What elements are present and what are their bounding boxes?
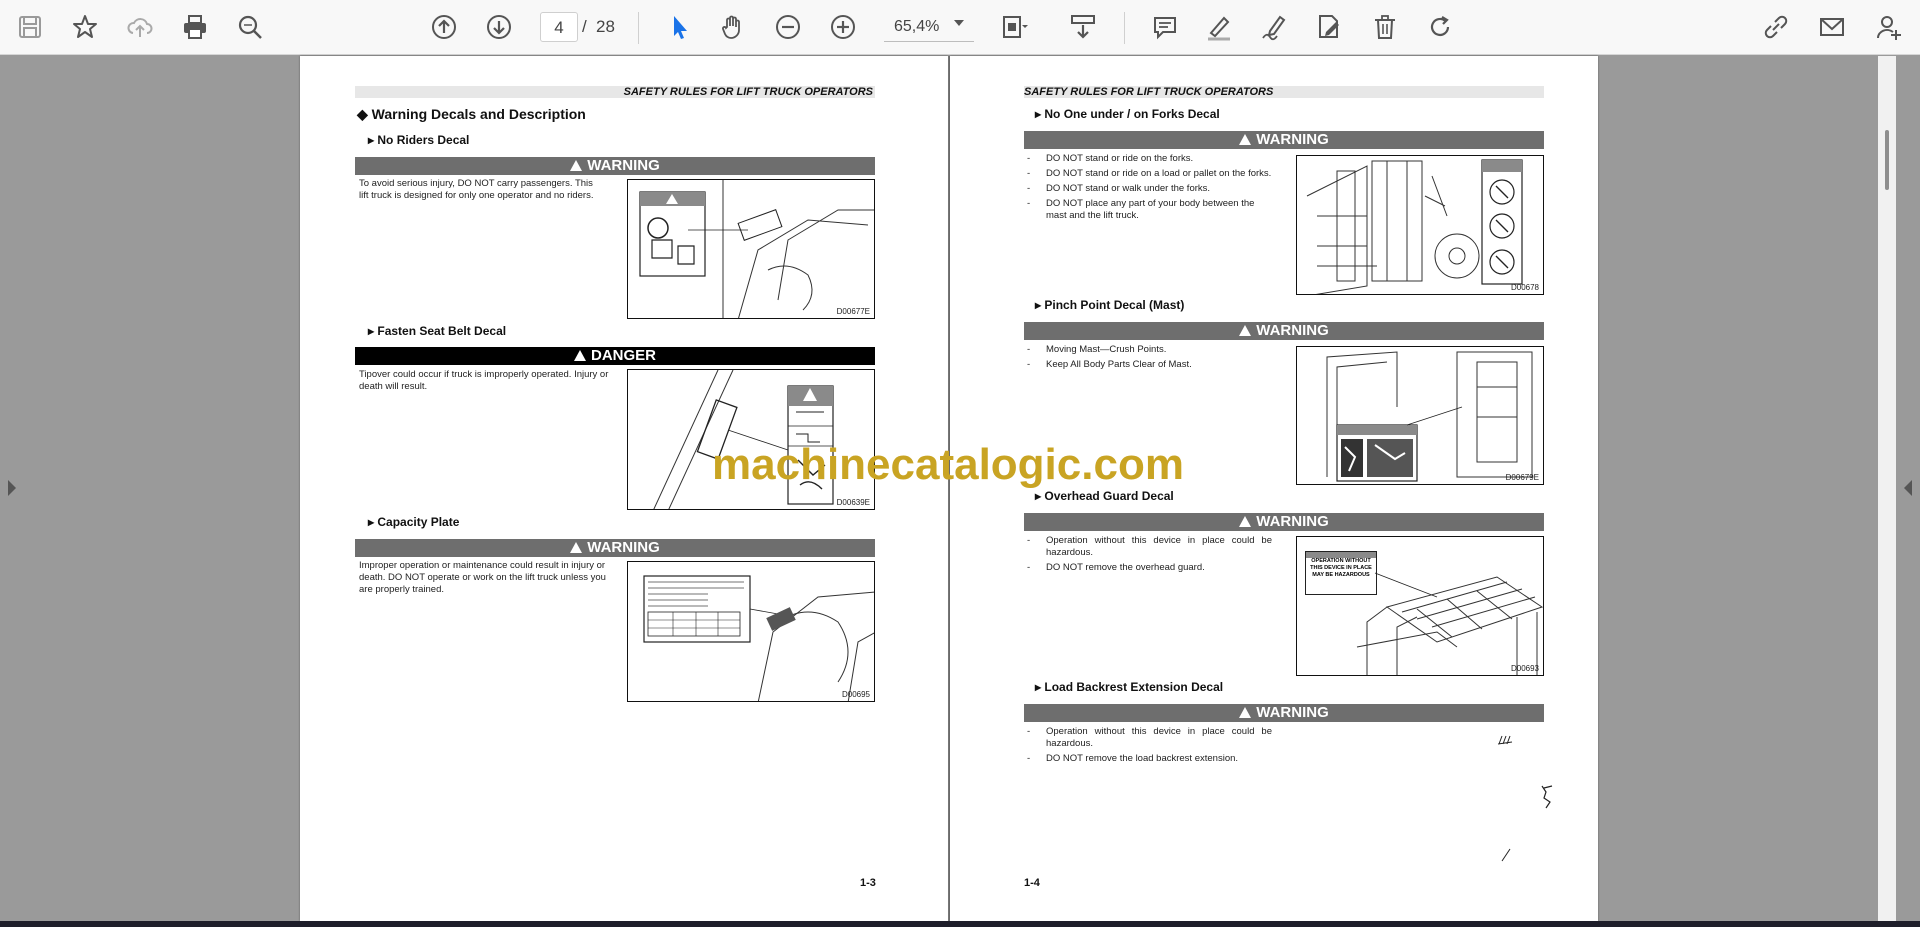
section-title: ◆ Warning Decals and Description <box>357 106 586 122</box>
decal-illustration: D00677E <box>627 179 875 319</box>
upload-cloud-icon[interactable] <box>121 8 159 46</box>
zoom-level-select[interactable]: 65,4% <box>884 12 974 42</box>
rotate-icon[interactable] <box>1421 8 1459 46</box>
decal-description: To avoid serious injury, DO NOT carry pa… <box>359 178 594 201</box>
page-fit-icon[interactable] <box>995 8 1033 46</box>
decal-title: ▸ Overhead Guard Decal <box>1035 489 1174 503</box>
hand-tool-icon[interactable] <box>714 8 752 46</box>
page-number: 1-3 <box>860 877 876 889</box>
bullet-list: - Moving Mast—Crush Points. - Keep All Bod… <box>1027 344 1272 374</box>
bullet-list: - Operation without this device in place … <box>1027 726 1272 768</box>
decal-title: ▸ Capacity Plate <box>368 515 460 529</box>
warning-bar: WARNING <box>355 539 875 557</box>
triangle-bullet-icon: ▸ <box>1035 107 1045 121</box>
triangle-bullet-icon: ▸ <box>368 324 378 338</box>
print-icon[interactable] <box>176 8 214 46</box>
list-item: - Operation without this device in place … <box>1027 726 1272 749</box>
toolbar: 4 / 28 65,4% <box>0 0 1920 55</box>
decal-description: Improper operation or maintenance could … <box>359 560 606 595</box>
danger-bar: DANGER <box>355 347 875 365</box>
taskbar-strip <box>0 921 1920 927</box>
save-icon[interactable] <box>11 8 49 46</box>
page-up-icon[interactable] <box>425 8 463 46</box>
warning-triangle-icon <box>573 350 586 361</box>
warning-bar: WARNING <box>355 157 875 175</box>
zoom-search-icon[interactable] <box>231 8 269 46</box>
list-item: - DO NOT stand or ride on a load or palle… <box>1027 168 1272 179</box>
highlight-pen-icon[interactable] <box>1200 8 1238 46</box>
decal-title: ▸ Fasten Seat Belt Decal <box>368 324 507 338</box>
select-cursor-icon[interactable] <box>660 8 698 46</box>
sign-icon[interactable] <box>1255 8 1293 46</box>
decal-illustration: D00695 <box>627 561 875 702</box>
figure-id: D00693 <box>1510 664 1539 673</box>
warning-triangle-icon <box>570 542 583 553</box>
page-total: 28 <box>596 17 615 36</box>
decal-illustration: D00679E <box>1296 346 1544 485</box>
decal-title: ▸ Pinch Point Decal (Mast) <box>1035 298 1185 312</box>
toolbar-divider <box>638 12 639 44</box>
list-item: - Moving Mast—Crush Points. <box>1027 344 1167 355</box>
add-user-icon[interactable] <box>1870 8 1908 46</box>
delete-icon[interactable] <box>1366 8 1404 46</box>
watermark-text: machinecatalogic.com <box>712 440 1184 489</box>
chevron-down-icon[interactable] <box>954 20 964 26</box>
triangle-bullet-icon: ▸ <box>368 515 378 529</box>
scroll-mode-icon[interactable] <box>1064 8 1102 46</box>
partial-illustration <box>1497 735 1553 862</box>
warning-triangle-icon <box>1239 134 1252 145</box>
warning-bar: WARNING <box>1024 704 1544 722</box>
triangle-bullet-icon: ▸ <box>1035 298 1045 312</box>
decal-title: ▸ No Riders Decal <box>368 133 470 147</box>
warning-triangle-icon <box>1239 707 1252 718</box>
page-separator: / <box>582 17 587 36</box>
page-down-icon[interactable] <box>480 8 518 46</box>
decal-illustration: OPERATION WITHOUT THIS DEVICE IN PLACE M… <box>1296 536 1544 676</box>
list-item: - DO NOT stand or walk under the forks. <box>1027 183 1211 194</box>
list-item: - DO NOT place any part of your body betw… <box>1027 198 1255 221</box>
warning-triangle-icon <box>570 160 583 171</box>
warning-bar: WARNING <box>1024 513 1544 531</box>
warning-bar: WARNING <box>1024 131 1544 149</box>
share-link-icon[interactable] <box>1757 8 1795 46</box>
list-item: - Operation without this device in place … <box>1027 535 1272 558</box>
list-item: - Keep All Body Parts Clear of Mast. <box>1027 359 1192 370</box>
comment-icon[interactable] <box>1146 8 1184 46</box>
list-item: - DO NOT remove the overhead guard. <box>1027 562 1205 573</box>
running-header: SAFETY RULES FOR LIFT TRUCK OPERATORS <box>355 86 875 98</box>
bullet-list: - Operation without this device in place … <box>1027 535 1272 577</box>
warning-triangle-icon <box>1239 325 1252 336</box>
decal-description: Tipover could occur if truck is improper… <box>359 369 609 392</box>
decal-title: ▸ Load Backrest Extension Decal <box>1035 680 1224 694</box>
list-item: - DO NOT remove the load backrest extensi… <box>1027 753 1239 764</box>
zoom-in-icon[interactable] <box>824 8 862 46</box>
figure-id: D00679E <box>1505 473 1539 482</box>
edit-pdf-icon[interactable] <box>1310 8 1348 46</box>
zoom-out-icon[interactable] <box>769 8 807 46</box>
warning-triangle-icon <box>1239 516 1252 527</box>
email-icon[interactable] <box>1813 8 1851 46</box>
warning-bar: WARNING <box>1024 322 1544 340</box>
figure-id: D00677E <box>836 307 870 316</box>
triangle-bullet-icon: ▸ <box>368 133 378 147</box>
bookmark-star-icon[interactable] <box>66 8 104 46</box>
figure-id: D00639E <box>836 498 870 507</box>
figure-id: D00678 <box>1510 283 1539 292</box>
running-header: SAFETY RULES FOR LIFT TRUCK OPERATORS <box>1024 86 1544 98</box>
toolbar-divider <box>1124 12 1125 44</box>
list-item: - DO NOT stand or ride on the forks. <box>1027 153 1194 164</box>
figure-id: D00695 <box>841 690 870 699</box>
bullet-list: - DO NOT stand or ride on the forks. - DO … <box>1027 153 1272 225</box>
decal-title: ▸ No One under / on Forks Decal <box>1035 107 1220 121</box>
decal-illustration: D00678 <box>1296 155 1544 295</box>
triangle-bullet-icon: ▸ <box>1035 680 1045 694</box>
scrollbar-thumb[interactable] <box>1885 130 1889 190</box>
triangle-bullet-icon: ▸ <box>1035 489 1045 503</box>
page-number: 1-4 <box>1024 877 1040 889</box>
right-panel-toggle-icon[interactable] <box>1904 480 1912 496</box>
diamond-bullet-icon: ◆ <box>357 106 372 122</box>
left-panel-toggle-icon[interactable] <box>8 480 16 496</box>
page-number-input[interactable]: 4 <box>540 12 578 42</box>
